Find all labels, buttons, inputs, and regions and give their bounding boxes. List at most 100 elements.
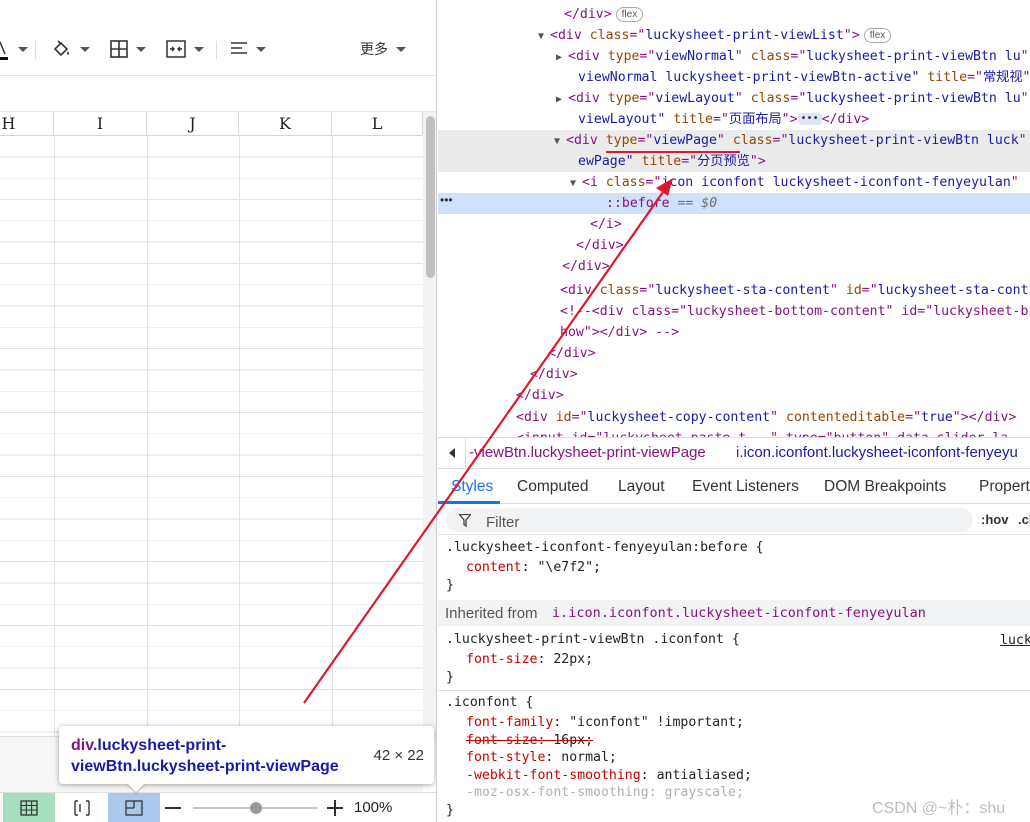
view-layout-button[interactable] [56,793,108,822]
css-declaration[interactable]: font-size: 16px; [466,732,593,750]
merge-cells-button[interactable] [166,34,204,64]
chevron-down-icon [136,46,146,52]
column-header-l[interactable]: L [332,112,423,136]
hover-state-toggle[interactable]: :hov [981,512,1008,527]
dom-node-line[interactable]: ::before == $0 [438,193,1030,214]
dom-node-line[interactable]: </div> flex [438,4,1030,25]
tooltip-size: 42 × 22 [373,747,424,764]
dom-node-line[interactable]: viewLayout" title="页面布局"> ••• </div> [438,109,1030,130]
attr-value: luckysheet-sta-cont [877,283,1029,298]
rule-divider [438,690,1030,691]
css-value: grayscale; [664,785,744,800]
column-header-i[interactable]: I [54,112,147,136]
css-declaration[interactable]: font-style: normal; [466,749,617,767]
dom-node-line[interactable]: ▼ <div class="luckysheet-print-viewList">… [438,25,1030,46]
cell-grid[interactable] [0,136,423,736]
more-menu-button[interactable]: 更多 [360,34,406,64]
css-property: -webkit-font-smoothing [466,767,641,783]
dom-node-line[interactable]: <!--<div class="luckysheet-bottom-conten… [438,301,1030,322]
attr-punct: =" [790,91,807,106]
dom-node-line[interactable]: ewPage" title="分页预览"> [438,151,1030,172]
more-actions-icon[interactable]: ••• [440,193,453,207]
dom-node-line[interactable]: <div class="luckysheet-sta-content" id="… [438,280,1030,301]
rule-selector[interactable]: .luckysheet-print-viewBtn .iconfont { [446,631,740,649]
rule-selector[interactable]: .luckysheet-iconfont-fenyeyulan:before { [446,539,764,557]
rule-close-brace: } [446,802,454,818]
tab-computed[interactable]: Computed [517,478,589,496]
dom-node-line[interactable]: </div> [438,343,1030,364]
dom-node-line[interactable]: </div> [438,256,1030,277]
inherited-section-header: Inherited from i.icon.iconfont.luckyshee… [438,600,1030,626]
formula-bar[interactable] [0,76,436,112]
align-button[interactable] [230,34,266,64]
filter-input[interactable]: Filter [446,508,973,532]
dom-node-line[interactable]: </div> [438,385,1030,406]
breadcrumb-classes: .icon.iconfont.luckysheet-iconfont-fenye… [739,444,1018,461]
dom-node-line[interactable]: <div id="luckysheet-copy-content" conten… [438,407,1030,428]
attr-punct: " [829,283,838,298]
text-color-button[interactable] [0,34,28,64]
tag-name: <i [582,175,598,190]
page-layout-icon [74,800,90,816]
css-declaration[interactable]: font-family: "iconfont" !important; [466,714,744,732]
attr-value: viewNormal luckysheet-print-viewBtn-acti… [578,70,920,85]
view-page-button[interactable] [108,793,160,822]
dom-node-line[interactable]: </i> [438,214,1030,235]
attr-punct: "> [749,154,766,169]
column-header-j[interactable]: J [147,112,239,136]
tab-properties[interactable]: Propert [979,478,1030,496]
dom-node-line[interactable]: </div> [438,364,1030,385]
chevron-down-icon [194,46,204,52]
filter-icon [459,514,471,527]
dom-node-line[interactable]: ▶ <div type="viewNormal" class="luckyshee… [438,46,1030,67]
attr-value: luckysheet-print-viewList [645,28,844,43]
scrollbar-thumb[interactable] [426,116,435,278]
tab-dom-breakpoints[interactable]: DOM Breakpoints [824,478,946,496]
tab-layout[interactable]: Layout [618,478,665,496]
class-toggle[interactable]: .cl [1018,512,1030,527]
active-tab-indicator [438,501,500,504]
view-normal-button[interactable] [3,793,55,822]
styles-filter-bar: Filter :hov .cl [438,505,1030,535]
collapsed-children-button[interactable]: ••• [797,113,822,125]
vertical-scrollbar[interactable] [423,112,436,742]
css-declaration[interactable]: font-size: 22px; [466,651,593,669]
flex-badge[interactable]: flex [615,6,644,22]
flex-badge[interactable]: flex [863,27,892,43]
tag-close: > [960,410,969,425]
zoom-slider-handle[interactable] [249,802,262,814]
column-header-k[interactable]: K [239,112,332,136]
css-declaration[interactable]: -moz-osx-font-smoothing: grayscale; [466,784,744,802]
attr-name: class [750,91,791,106]
tab-event-listeners[interactable]: Event Listeners [692,478,799,496]
attr-value: luckysheet-sta-content [655,283,830,298]
dom-node-line[interactable]: how"></div> --> [438,322,1030,343]
rule-selector[interactable]: .iconfont { [446,694,533,712]
css-declaration[interactable]: content: "\e7f2"; [466,559,601,577]
zoom-out-button[interactable] [165,807,181,809]
css-value: "\e7f2"; [537,560,601,575]
breadcrumb-back-button[interactable] [438,438,466,468]
stylesheet-source-link[interactable]: luck [1000,633,1030,648]
grid-line [147,136,148,736]
grid-line [239,136,240,736]
dom-node-line[interactable]: <input id="luckysheet-paste-t..." type="… [438,428,1030,437]
dom-node-line[interactable]: </div> [438,235,1030,256]
dom-node-line[interactable]: viewNormal luckysheet-print-viewBtn-acti… [438,67,1030,88]
border-button[interactable] [110,34,146,64]
fill-color-button[interactable] [52,34,90,64]
dom-node-line[interactable]: ▶ <div type="viewLayout" class="luckyshee… [438,88,1030,109]
watermark: CSDN @~朴：shu [872,800,1006,817]
breadcrumb-item-active[interactable]: i.icon.iconfont.luckysheet-iconfont-feny… [736,444,1018,461]
tag-name: </div> [548,346,596,361]
dom-node-line[interactable]: ▼ <div type="viewPage" class="luckysheet-… [438,130,1030,151]
dom-node-line[interactable]: ▼ <i class="icon iconfont luckysheet-icon… [438,172,1030,193]
inherited-element-link[interactable]: i.icon.iconfont.luckysheet-iconfont-feny… [552,605,926,621]
breadcrumb-item[interactable]: -viewBtn.luckysheet-print-viewPage [469,444,706,461]
zoom-in-button[interactable] [326,799,344,817]
css-declaration[interactable]: -webkit-font-smoothing: antialiased; [466,767,752,785]
tab-styles[interactable]: Styles [451,478,493,496]
column-header-h[interactable]: H [0,112,54,136]
css-value: 22px; [553,652,594,667]
attr-punct: "> [1022,70,1030,85]
